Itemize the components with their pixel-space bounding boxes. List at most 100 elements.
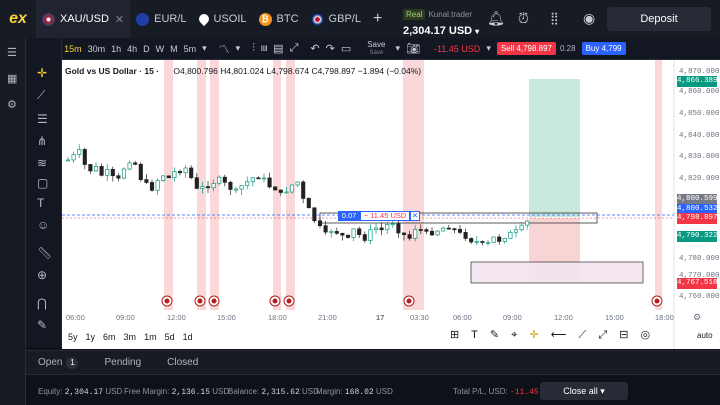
range-3m[interactable]: 3m bbox=[124, 332, 137, 342]
interval-d[interactable]: D bbox=[143, 44, 150, 54]
edit-icon[interactable]: ✎ bbox=[490, 329, 499, 341]
text-icon[interactable]: T bbox=[471, 329, 478, 341]
trend-line-icon[interactable]: ⟋ bbox=[579, 329, 587, 341]
save-button[interactable]: Save Save bbox=[367, 40, 385, 57]
menu-icon[interactable]: ☰ bbox=[7, 46, 17, 59]
redo-icon[interactable]: ↷ bbox=[326, 42, 335, 55]
calendar-icon[interactable]: ▦ bbox=[7, 72, 17, 85]
eye-icon[interactable]: ◎ bbox=[640, 329, 650, 341]
oil-drop-icon bbox=[196, 11, 211, 27]
ruler-icon[interactable]: 📏︎ bbox=[37, 246, 52, 260]
chevron-down-icon[interactable]: ▾ bbox=[202, 43, 207, 54]
patterns-icon[interactable]: ≋ bbox=[37, 156, 47, 170]
interval-4h[interactable]: 4h bbox=[127, 44, 137, 54]
lock-drawings-icon[interactable]: ✎ bbox=[37, 318, 47, 332]
tab-eurusd[interactable]: EUR/L bbox=[130, 0, 192, 38]
auto-scale-button[interactable]: auto bbox=[697, 331, 713, 340]
tab-btc[interactable]: ₿ BTC bbox=[253, 0, 305, 38]
camera-icon[interactable]: 📷︎ bbox=[406, 42, 420, 55]
equity-currency: USD bbox=[105, 387, 123, 396]
candle-body bbox=[519, 224, 524, 231]
tab-gbpusd[interactable]: GBP/L bbox=[305, 0, 367, 38]
profile-icon[interactable]: ◉ bbox=[583, 10, 595, 27]
undo-icon[interactable]: ↶ bbox=[310, 42, 319, 55]
grid-icon[interactable]: ⊟ bbox=[619, 329, 628, 341]
fullscreen-icon[interactable]: ⤢ bbox=[290, 42, 299, 55]
tab-usoil[interactable]: USOIL bbox=[193, 0, 253, 38]
crosshair-icon[interactable]: ✛ bbox=[37, 66, 47, 80]
emoji-icon[interactable]: ☺ bbox=[37, 218, 49, 232]
add-tab-button[interactable]: + bbox=[367, 0, 388, 38]
chevron-down-icon[interactable]: ▾ bbox=[486, 43, 491, 54]
interval-5m[interactable]: 5m bbox=[184, 44, 197, 54]
zoom-in-icon[interactable]: ⊕ bbox=[37, 268, 47, 282]
interval-30m[interactable]: 30m bbox=[88, 44, 106, 54]
margin-label: Margin: bbox=[316, 387, 343, 396]
deposit-button[interactable]: Deposit bbox=[607, 7, 711, 31]
apps-grid-icon[interactable]: ⣿ bbox=[550, 11, 559, 25]
pitchfork-icon[interactable]: ⋔ bbox=[37, 134, 47, 148]
indicators-icon[interactable]: ⫶ bbox=[252, 42, 255, 55]
candle-body bbox=[250, 177, 255, 183]
candle-body bbox=[525, 220, 530, 226]
cursor-icon[interactable]: ⌖ bbox=[511, 329, 517, 341]
interval-m[interactable]: M bbox=[170, 44, 178, 54]
time-axis-settings-icon[interactable]: ⚙ bbox=[693, 312, 701, 323]
sell-button[interactable]: Sell 4,798.897 bbox=[496, 42, 556, 55]
layout-icon[interactable]: ▤ bbox=[273, 42, 283, 55]
crosshair-icon[interactable]: ✛ bbox=[529, 329, 538, 341]
close-all-button[interactable]: Close all ▾ bbox=[540, 382, 628, 400]
rectangle-icon[interactable]: ▢ bbox=[37, 176, 48, 190]
alarm-clock-icon[interactable]: ⏰︎ bbox=[518, 10, 529, 27]
candle-body bbox=[65, 159, 71, 162]
trend-line-icon[interactable]: ⟋ bbox=[37, 88, 45, 103]
account-selector[interactable]: Real Kunal.trader 2,304.17 USD ▾ bbox=[403, 4, 479, 37]
range-5d[interactable]: 5d bbox=[165, 332, 175, 342]
tab-closed[interactable]: Closed bbox=[167, 357, 198, 368]
measure-icon[interactable]: ⤢ bbox=[598, 329, 607, 341]
exness-logo[interactable]: ex bbox=[0, 10, 36, 28]
close-position-icon[interactable]: ✕ bbox=[410, 211, 420, 221]
chevron-down-icon[interactable]: ▾ bbox=[395, 43, 400, 54]
candle-body bbox=[161, 175, 166, 181]
open-position-tag[interactable]: 0.07 − 11.45 USD ✕ bbox=[338, 211, 420, 221]
range-5y[interactable]: 5y bbox=[68, 332, 78, 342]
chart-type-icon[interactable]: 〽 bbox=[219, 41, 230, 57]
candle-body bbox=[452, 228, 457, 231]
candle-body bbox=[149, 182, 155, 191]
fib-retracement-icon[interactable]: ☰ bbox=[37, 112, 48, 126]
candles-icon[interactable]: ⩏ bbox=[261, 42, 267, 55]
interval-w[interactable]: W bbox=[156, 44, 165, 54]
close-icon[interactable]: ✕ bbox=[115, 13, 124, 26]
candle-body bbox=[189, 167, 194, 179]
settings-icon[interactable]: ⚙ bbox=[7, 98, 17, 111]
magnet-icon[interactable]: ⋂ bbox=[37, 296, 47, 310]
tab-xauusd[interactable]: XAU/USD ✕ bbox=[36, 0, 131, 38]
range-1d[interactable]: 1d bbox=[183, 332, 193, 342]
candle-body bbox=[463, 232, 468, 239]
spread-value: 0.28 bbox=[560, 44, 576, 53]
range-1m[interactable]: 1m bbox=[144, 332, 157, 342]
interval-1h[interactable]: 1h bbox=[111, 44, 121, 54]
tab-pending[interactable]: Pending bbox=[104, 357, 141, 368]
text-icon[interactable]: T bbox=[37, 196, 44, 210]
account-type-badge: Real bbox=[403, 9, 426, 20]
economic-event-dot bbox=[164, 298, 170, 304]
price-chart[interactable] bbox=[62, 60, 720, 349]
layers-icon[interactable]: ▭ bbox=[341, 42, 351, 55]
tab-open[interactable]: Open 1 bbox=[38, 356, 79, 369]
range-6m[interactable]: 6m bbox=[103, 332, 116, 342]
account-balance: 2,304.17 USD bbox=[403, 25, 473, 37]
tp-price-label: 4,866.389 bbox=[677, 76, 718, 87]
bell-icon[interactable]: 🔔︎ bbox=[487, 10, 505, 27]
candle-body bbox=[306, 198, 311, 209]
grid-icon[interactable]: ⊞ bbox=[450, 329, 459, 341]
candlestick-chart[interactable] bbox=[62, 60, 720, 349]
buy-button[interactable]: Buy 4,799 bbox=[581, 42, 626, 55]
range-1y[interactable]: 1y bbox=[86, 332, 96, 342]
candle-body bbox=[385, 224, 390, 231]
price-tick: 4,870.000 bbox=[679, 68, 720, 76]
chevron-down-icon[interactable]: ▾ bbox=[236, 43, 241, 54]
arrow-left-icon[interactable]: ⟵ bbox=[551, 329, 567, 341]
interval-15m[interactable]: 15m bbox=[64, 44, 82, 54]
